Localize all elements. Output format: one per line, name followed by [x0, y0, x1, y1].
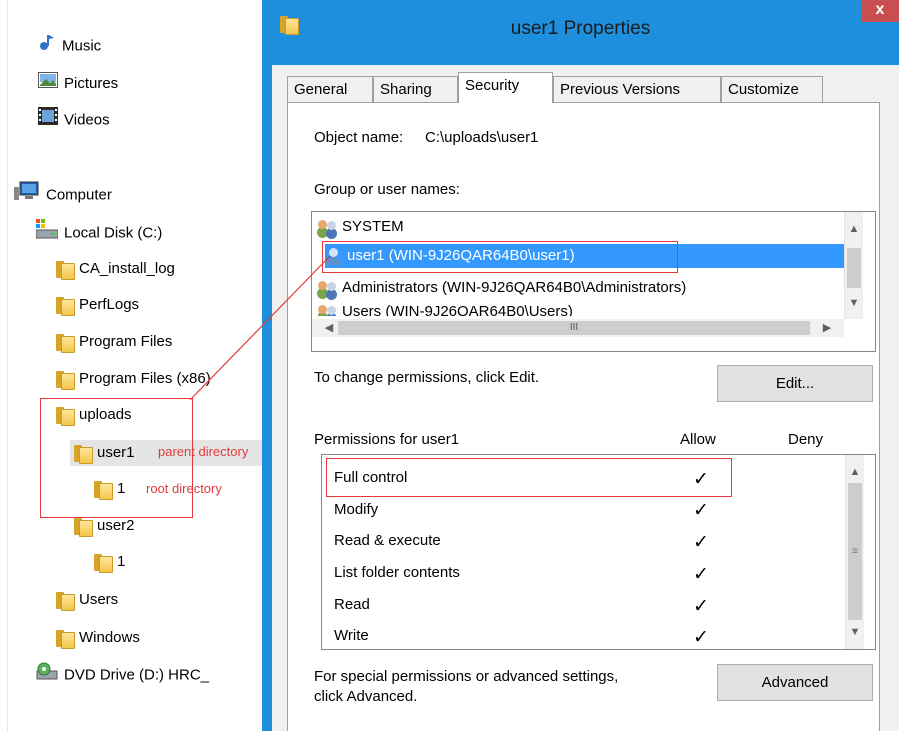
annotation-connector-line	[189, 255, 331, 401]
tab-security[interactable]: Security	[458, 72, 553, 103]
